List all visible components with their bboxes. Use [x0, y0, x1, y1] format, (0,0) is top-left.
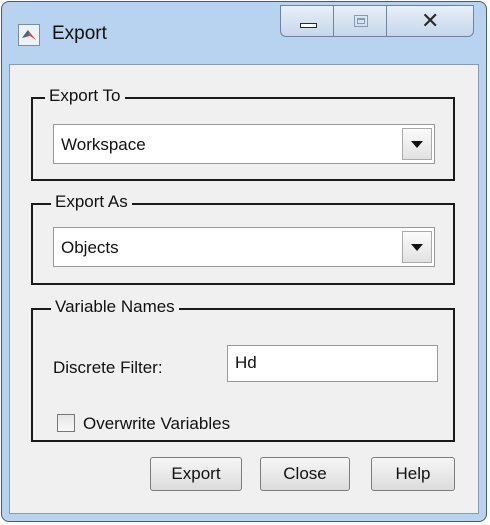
export-as-select[interactable]: Objects — [53, 227, 435, 267]
export-to-value: Workspace — [61, 135, 146, 154]
chevron-down-icon[interactable] — [402, 231, 432, 263]
export-button[interactable]: Export — [150, 457, 242, 491]
close-window-button[interactable]: ✕ — [386, 5, 474, 37]
discrete-filter-label: Discrete Filter: — [53, 358, 163, 377]
close-button[interactable]: Close — [260, 457, 350, 491]
caption-buttons: ✕ — [280, 5, 474, 38]
minimize-button[interactable] — [280, 5, 334, 37]
maximize-icon — [354, 15, 368, 27]
discrete-filter-input[interactable]: Hd — [227, 345, 438, 382]
matlab-membrane-icon — [18, 24, 40, 46]
help-button[interactable]: Help — [371, 457, 455, 491]
variable-names-label: Variable Names — [51, 297, 179, 317]
close-icon: ✕ — [421, 9, 440, 34]
minimize-icon — [300, 23, 317, 28]
overwrite-variables-checkbox[interactable] — [57, 414, 75, 432]
export-to-label: Export To — [45, 86, 125, 106]
overwrite-variables-label: Overwrite Variables — [83, 414, 231, 433]
export-as-label: Export As — [51, 192, 132, 212]
export-as-group: Export As Objects — [31, 192, 455, 285]
maximize-button[interactable] — [333, 5, 387, 37]
window-title: Export — [52, 23, 107, 44]
export-as-value: Objects — [61, 238, 119, 257]
chevron-down-icon[interactable] — [402, 128, 432, 160]
variable-names-group: Variable Names Discrete Filter: Hd Overw… — [31, 297, 455, 442]
export-to-group: Export To Workspace — [31, 86, 455, 181]
title-bar[interactable]: Export ✕ — [2, 2, 486, 66]
export-to-select[interactable]: Workspace — [53, 124, 435, 164]
